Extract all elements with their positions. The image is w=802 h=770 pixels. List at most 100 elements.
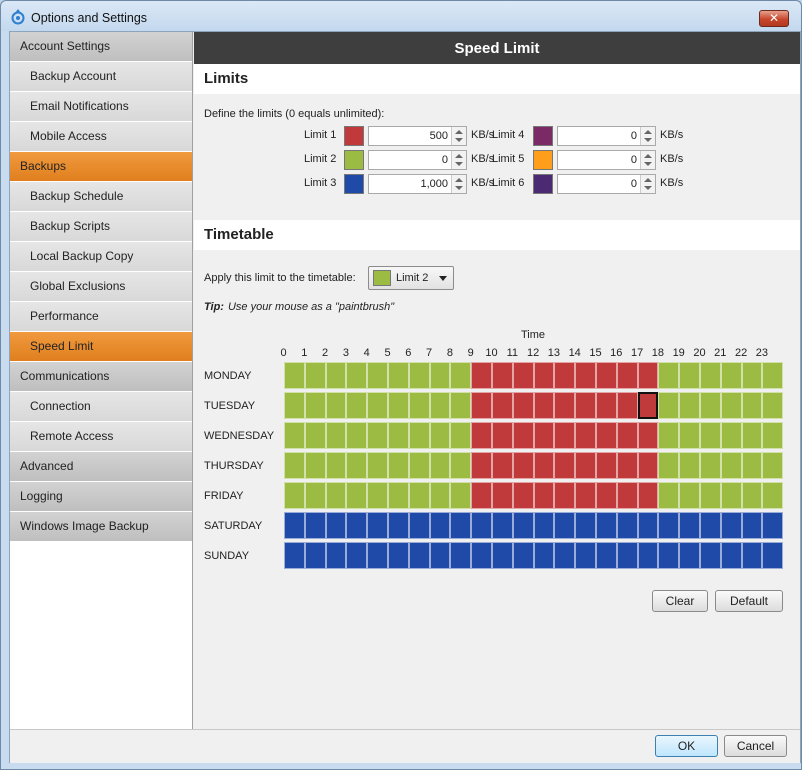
timetable-cell[interactable]	[388, 392, 409, 419]
timetable-cell[interactable]	[533, 362, 555, 389]
timetable-cell[interactable]	[367, 362, 388, 389]
timetable-cell[interactable]	[450, 512, 472, 539]
spin-arrows-icon[interactable]	[640, 127, 655, 145]
limit-5-color-swatch[interactable]	[533, 150, 553, 170]
timetable-cell[interactable]	[346, 362, 368, 389]
arrow-up-icon[interactable]	[644, 178, 652, 182]
limit-6-value-stepper[interactable]: 0	[557, 174, 656, 194]
timetable-cell[interactable]	[471, 422, 492, 449]
timetable-cell[interactable]	[741, 542, 763, 569]
timetable-cell[interactable]	[429, 452, 451, 479]
arrow-down-icon[interactable]	[644, 186, 652, 190]
timetable-cell[interactable]	[367, 512, 388, 539]
limit-selector-dropdown[interactable]: Limit 2	[368, 266, 454, 290]
timetable-cell[interactable]	[429, 512, 451, 539]
timetable-cell[interactable]	[408, 362, 430, 389]
timetable-cell[interactable]	[554, 542, 576, 569]
arrow-up-icon[interactable]	[455, 130, 463, 134]
timetable-cell[interactable]	[325, 452, 347, 479]
timetable-cell[interactable]	[388, 482, 409, 509]
timetable-cell[interactable]	[679, 452, 700, 479]
timetable-cell[interactable]	[700, 422, 721, 449]
timetable-cell[interactable]	[388, 422, 409, 449]
timetable-cell[interactable]	[492, 482, 513, 509]
timetable-cell[interactable]	[762, 422, 784, 449]
timetable-cell[interactable]	[346, 452, 368, 479]
limit-4-value-stepper[interactable]: 0	[557, 126, 656, 146]
close-button[interactable]: ✕	[759, 10, 789, 27]
spin-arrows-icon[interactable]	[451, 175, 466, 193]
timetable-cell[interactable]	[325, 362, 347, 389]
timetable-cell[interactable]	[471, 542, 492, 569]
timetable-cell[interactable]	[512, 512, 534, 539]
limit-5-value-stepper[interactable]: 0	[557, 150, 656, 170]
timetable-cell[interactable]	[471, 392, 492, 419]
timetable-cell[interactable]	[741, 482, 763, 509]
sidebar-item-backup-account[interactable]: Backup Account	[10, 62, 192, 92]
timetable-cell[interactable]	[596, 452, 617, 479]
timetable-cell[interactable]	[700, 542, 721, 569]
limit-6-color-swatch[interactable]	[533, 174, 553, 194]
timetable-cell[interactable]	[596, 422, 617, 449]
timetable-cell[interactable]	[637, 452, 659, 479]
timetable-cell[interactable]	[450, 392, 472, 419]
sidebar-item-global-exclusions[interactable]: Global Exclusions	[10, 272, 192, 302]
timetable-cell[interactable]	[346, 422, 368, 449]
timetable-cell[interactable]	[284, 512, 305, 539]
timetable-cell[interactable]	[679, 392, 700, 419]
timetable-cell[interactable]	[346, 512, 368, 539]
timetable-cell[interactable]	[658, 422, 680, 449]
timetable-cell[interactable]	[533, 482, 555, 509]
timetable-cell[interactable]	[616, 362, 638, 389]
timetable-cell[interactable]	[512, 392, 534, 419]
timetable-cell[interactable]	[720, 482, 742, 509]
timetable-cell[interactable]	[762, 362, 784, 389]
default-button[interactable]: Default	[715, 590, 783, 612]
timetable-cell[interactable]	[346, 392, 368, 419]
timetable-cell[interactable]	[741, 512, 763, 539]
arrow-down-icon[interactable]	[644, 138, 652, 142]
timetable-cell[interactable]	[637, 362, 659, 389]
sidebar-item-local-backup-copy[interactable]: Local Backup Copy	[10, 242, 192, 272]
timetable-cell[interactable]	[554, 452, 576, 479]
limit-1-value-stepper[interactable]: 500	[368, 126, 467, 146]
timetable-cell[interactable]	[762, 482, 784, 509]
sidebar-item-mobile-access[interactable]: Mobile Access	[10, 122, 192, 152]
timetable-cell[interactable]	[533, 542, 555, 569]
timetable-cell[interactable]	[429, 542, 451, 569]
arrow-up-icon[interactable]	[644, 154, 652, 158]
timetable-cell[interactable]	[512, 452, 534, 479]
sidebar-item-account-settings[interactable]: Account Settings	[10, 32, 192, 62]
clear-button[interactable]: Clear	[652, 590, 708, 612]
arrow-down-icon[interactable]	[455, 162, 463, 166]
timetable-cell[interactable]	[741, 452, 763, 479]
timetable-cell[interactable]	[429, 392, 451, 419]
timetable-cell[interactable]	[741, 422, 763, 449]
timetable-cell[interactable]	[367, 452, 388, 479]
timetable-cell[interactable]	[637, 482, 659, 509]
timetable-cell[interactable]	[367, 422, 388, 449]
spin-arrows-icon[interactable]	[451, 151, 466, 169]
timetable-cell[interactable]	[575, 542, 596, 569]
timetable-cell[interactable]	[700, 452, 721, 479]
spin-arrows-icon[interactable]	[640, 175, 655, 193]
timetable-cell[interactable]	[429, 482, 451, 509]
sidebar-item-backup-schedule[interactable]: Backup Schedule	[10, 182, 192, 212]
timetable-cell[interactable]	[304, 392, 326, 419]
timetable-cell[interactable]	[408, 392, 430, 419]
timetable-cell[interactable]	[408, 512, 430, 539]
arrow-up-icon[interactable]	[644, 130, 652, 134]
timetable-cell[interactable]	[554, 392, 576, 419]
timetable-cell[interactable]	[388, 362, 409, 389]
timetable-cell[interactable]	[762, 452, 784, 479]
timetable-cell[interactable]	[512, 422, 534, 449]
timetable-cell[interactable]	[367, 392, 388, 419]
timetable-cell[interactable]	[533, 512, 555, 539]
timetable-cell[interactable]	[284, 452, 305, 479]
timetable-cell[interactable]	[762, 512, 784, 539]
timetable-cell[interactable]	[284, 422, 305, 449]
sidebar-item-email-notifications[interactable]: Email Notifications	[10, 92, 192, 122]
timetable-cell[interactable]	[512, 482, 534, 509]
timetable-cell[interactable]	[346, 482, 368, 509]
timetable-cell[interactable]	[596, 512, 617, 539]
